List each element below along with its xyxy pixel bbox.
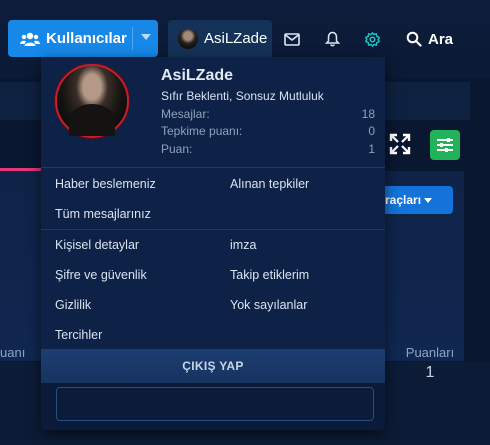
link-reactions-received[interactable]: Alınan tepkiler (230, 177, 309, 191)
search-icon (406, 31, 422, 47)
account-dropdown: AsiLZade Sıfır Beklenti, Sonsuz Mutluluk… (41, 57, 385, 430)
link-password-security[interactable]: Şifre ve güvenlik (55, 268, 147, 282)
gear-icon (364, 31, 380, 47)
search-label: Ara (428, 30, 454, 48)
link-your-content[interactable]: Tüm mesajlarınız (55, 207, 151, 221)
divider (41, 229, 385, 230)
account-menu-button[interactable]: AsiLZade (168, 20, 272, 57)
points-stat-label: Puanları (405, 345, 455, 360)
tools-dropdown-button[interactable]: raçları (375, 186, 453, 214)
points-stat: Puanları 1 (402, 345, 458, 382)
stat-label: Puan: (161, 142, 193, 156)
link-privacy[interactable]: Gizlilik (55, 298, 91, 312)
inbox-button[interactable] (277, 24, 307, 54)
status-update-input[interactable] (56, 387, 374, 421)
stat-label-left: uanı (0, 345, 26, 360)
bell-icon (324, 31, 340, 47)
link-following[interactable]: Takip etiklerim (230, 268, 309, 282)
alerts-button[interactable] (317, 24, 347, 54)
users-icon (20, 32, 40, 46)
stat-value: 1 (368, 142, 375, 156)
stat-value: 0 (368, 124, 375, 138)
account-username: AsiLZade (204, 30, 268, 47)
link-preferences[interactable]: Tercihler (55, 328, 102, 342)
stat-reaction-score: Tepkime puanı: 0 (161, 124, 375, 138)
envelope-icon (284, 32, 300, 46)
menu-separator (132, 27, 133, 50)
chevron-down-icon (424, 198, 433, 204)
stat-value: 18 (361, 107, 375, 121)
members-menu-label: Kullanıcılar (46, 30, 127, 47)
link-signature[interactable]: imza (230, 238, 256, 252)
tools-button-label: raçları (385, 193, 422, 207)
avatar-figure (69, 104, 115, 136)
stat-points: Puan: 1 (161, 142, 375, 156)
stat-label: Tepkime puanı: (161, 124, 243, 138)
stat-label: Mesajlar: (161, 107, 210, 121)
divider (41, 167, 385, 168)
filter-toggle-button[interactable] (430, 130, 460, 160)
settings-button[interactable] (357, 24, 387, 54)
link-personal-details[interactable]: Kişisel detaylar (55, 238, 139, 252)
points-stat-value: 1 (425, 364, 435, 381)
avatar (178, 28, 198, 49)
dropdown-username[interactable]: AsiLZade (161, 67, 233, 85)
user-title: Sıfır Beklenti, Sonsuz Mutluluk (161, 89, 324, 103)
sliders-icon (437, 138, 453, 152)
members-menu-button[interactable]: Kullanıcılar (8, 20, 158, 57)
expand-icon[interactable] (388, 132, 412, 156)
logout-button[interactable]: ÇIKIŞ YAP (41, 349, 385, 383)
link-ignoring[interactable]: Yok sayılanlar (230, 298, 307, 312)
profile-avatar[interactable] (55, 64, 129, 138)
stat-messages: Mesajlar: 18 (161, 107, 375, 121)
search-button[interactable]: Ara (406, 24, 453, 54)
link-news-feed[interactable]: Haber beslemeniz (55, 177, 156, 191)
chevron-down-icon[interactable] (141, 34, 151, 40)
